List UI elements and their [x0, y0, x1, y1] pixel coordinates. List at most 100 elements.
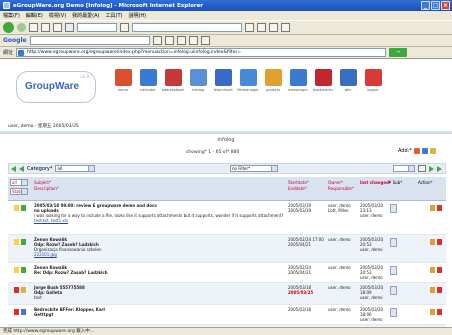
- toolbar-tool-3-icon[interactable]: [269, 23, 278, 32]
- status-icon[interactable]: [21, 267, 26, 273]
- menu-tools[interactable]: 工具(T): [106, 12, 123, 19]
- search-browser-icon[interactable]: [65, 23, 74, 32]
- address-input[interactable]: http://www.egroupware.org/egroupware/ind…: [16, 48, 387, 57]
- row-changed-by: user, demo: [360, 213, 383, 218]
- delete-icon[interactable]: [437, 309, 442, 315]
- table-row[interactable]: 2005/03/18 08:00: review E groupware dem…: [8, 201, 446, 235]
- add-task-icon[interactable]: [413, 148, 420, 154]
- favorites-icon[interactable]: [120, 23, 129, 32]
- toolbar-input[interactable]: [132, 23, 242, 32]
- stop-icon[interactable]: [29, 23, 38, 32]
- menu-help[interactable]: 說明(H): [128, 12, 146, 19]
- description-header[interactable]: Description*: [34, 186, 59, 191]
- app-nav-item[interactable]: wiki: [339, 69, 357, 92]
- status-icon[interactable]: [21, 205, 26, 211]
- lastchanged-header[interactable]: last changed*: [360, 180, 391, 185]
- app-nav-item[interactable]: home: [114, 69, 132, 92]
- app-nav-item[interactable]: projects: [264, 69, 282, 92]
- prev-page-icon[interactable]: [11, 165, 16, 172]
- app-nav-item[interactable]: logout: [364, 69, 382, 92]
- forward-icon[interactable]: [17, 23, 26, 32]
- toolbar-search-field[interactable]: [77, 23, 117, 32]
- table-row[interactable]: Zenon Kowalik Odp: Rozw? Zasob? Ludzkich O…: [8, 235, 446, 263]
- maximize-button[interactable]: □: [431, 1, 440, 10]
- edit-icon[interactable]: [430, 205, 435, 211]
- app-nav-label: bookmarks: [313, 88, 333, 92]
- google-search-icon[interactable]: [152, 36, 162, 45]
- google-tool-2-icon[interactable]: [176, 36, 186, 45]
- toolbar-tool-2-icon[interactable]: [257, 23, 266, 32]
- last-page-icon[interactable]: [437, 165, 442, 172]
- edit-icon[interactable]: [430, 239, 435, 245]
- status-select[interactable]: Status: [10, 188, 28, 195]
- subject-header[interactable]: Subject*: [34, 180, 51, 185]
- row-dates: 2005/03/19 2005/03/19: [288, 203, 326, 213]
- type-icon[interactable]: [14, 239, 19, 245]
- row-subject-2[interactable]: Getttpgt: [34, 312, 53, 317]
- menu-view[interactable]: 檢視(V): [49, 12, 66, 19]
- delete-icon[interactable]: [437, 239, 442, 245]
- type-select[interactable]: all: [10, 179, 28, 186]
- add-phone-icon[interactable]: [421, 148, 428, 154]
- google-tool-4-icon[interactable]: [200, 36, 210, 45]
- egroupware-logo[interactable]: GroupWare v1.0: [16, 71, 96, 103]
- next-page-icon[interactable]: [429, 165, 434, 172]
- add-note-icon[interactable]: [429, 148, 436, 154]
- home-browser-icon[interactable]: [53, 23, 62, 32]
- delete-icon[interactable]: [437, 205, 442, 211]
- status-icon[interactable]: [21, 239, 26, 245]
- minimize-button[interactable]: _: [421, 1, 430, 10]
- menu-file[interactable]: 檔案(F): [3, 12, 20, 19]
- add-sub-icon[interactable]: [390, 204, 397, 213]
- type-icon[interactable]: [14, 267, 19, 273]
- filter-select[interactable]: no Filter*: [230, 165, 278, 172]
- search-input[interactable]: [393, 165, 415, 172]
- edit-icon[interactable]: [430, 267, 435, 273]
- delete-icon[interactable]: [437, 267, 442, 273]
- status-icon[interactable]: [21, 287, 26, 293]
- table-row[interactable]: Bedrockite BFFer: Klopper, Karl Getttpgt 2…: [8, 305, 446, 325]
- close-button[interactable]: ×: [441, 1, 450, 10]
- add-sub-icon[interactable]: [390, 308, 397, 317]
- type-icon[interactable]: [14, 309, 19, 315]
- app-nav-item[interactable]: felamimail: [214, 69, 232, 92]
- table-row[interactable]: Jorge Bush 555775588 Odp: Galleta test 2005…: [8, 283, 446, 305]
- category-select[interactable]: all: [55, 165, 96, 172]
- search-button[interactable]: [418, 165, 426, 172]
- app-nav-item[interactable]: infolog: [189, 69, 207, 92]
- google-tool-3-icon[interactable]: [188, 36, 198, 45]
- back-icon[interactable]: [3, 22, 14, 33]
- app-navigation: home calendar addressbook infolog felamimail…: [114, 69, 382, 92]
- google-tool-1-icon[interactable]: [164, 36, 174, 45]
- table-row[interactable]: Zenon Kowalik Re: Odp: Rozw? Zasob? Ludzk…: [8, 263, 446, 283]
- edit-icon[interactable]: [430, 309, 435, 315]
- type-icon[interactable]: [14, 287, 19, 293]
- app-nav-item[interactable]: calendar: [139, 69, 157, 92]
- refresh-icon[interactable]: [41, 23, 50, 32]
- delete-icon[interactable]: [437, 287, 442, 293]
- row-attachment-link[interactable]: 222101.jpg: [34, 252, 57, 257]
- toolbar-tool-4-icon[interactable]: [281, 23, 290, 32]
- app-nav-item[interactable]: addressbook: [162, 69, 184, 92]
- row-subject-2[interactable]: Re: Odp: Rozw? Zasob? Ludzkich: [34, 270, 108, 275]
- responsible-header[interactable]: Responsible*: [328, 186, 354, 191]
- add-sub-icon[interactable]: [390, 286, 397, 295]
- google-search-input[interactable]: [29, 36, 150, 45]
- menu-favorites[interactable]: 我的最愛(A): [72, 12, 99, 19]
- toolbar-tool-1-icon[interactable]: [245, 23, 254, 32]
- app-nav-item[interactable]: bookmarks: [313, 69, 333, 92]
- first-page-icon[interactable]: [19, 165, 24, 172]
- menu-edit[interactable]: 編輯(E): [26, 12, 43, 19]
- owner-header[interactable]: Owner*: [328, 180, 343, 185]
- edit-icon[interactable]: [430, 287, 435, 293]
- app-nav-item[interactable]: messenger: [288, 69, 308, 92]
- add-sub-icon[interactable]: [390, 266, 397, 275]
- add-sub-icon[interactable]: [390, 238, 397, 247]
- status-icon[interactable]: [21, 309, 26, 315]
- startdate-header[interactable]: Startdate*: [288, 180, 309, 185]
- go-button[interactable]: →: [389, 48, 408, 57]
- enddate-header[interactable]: Enddate*: [288, 186, 307, 191]
- app-nav-item[interactable]: filemanager: [237, 69, 259, 92]
- type-icon[interactable]: [14, 205, 19, 211]
- row-attachment-link[interactable]: test.txt, test1.xls: [34, 218, 68, 223]
